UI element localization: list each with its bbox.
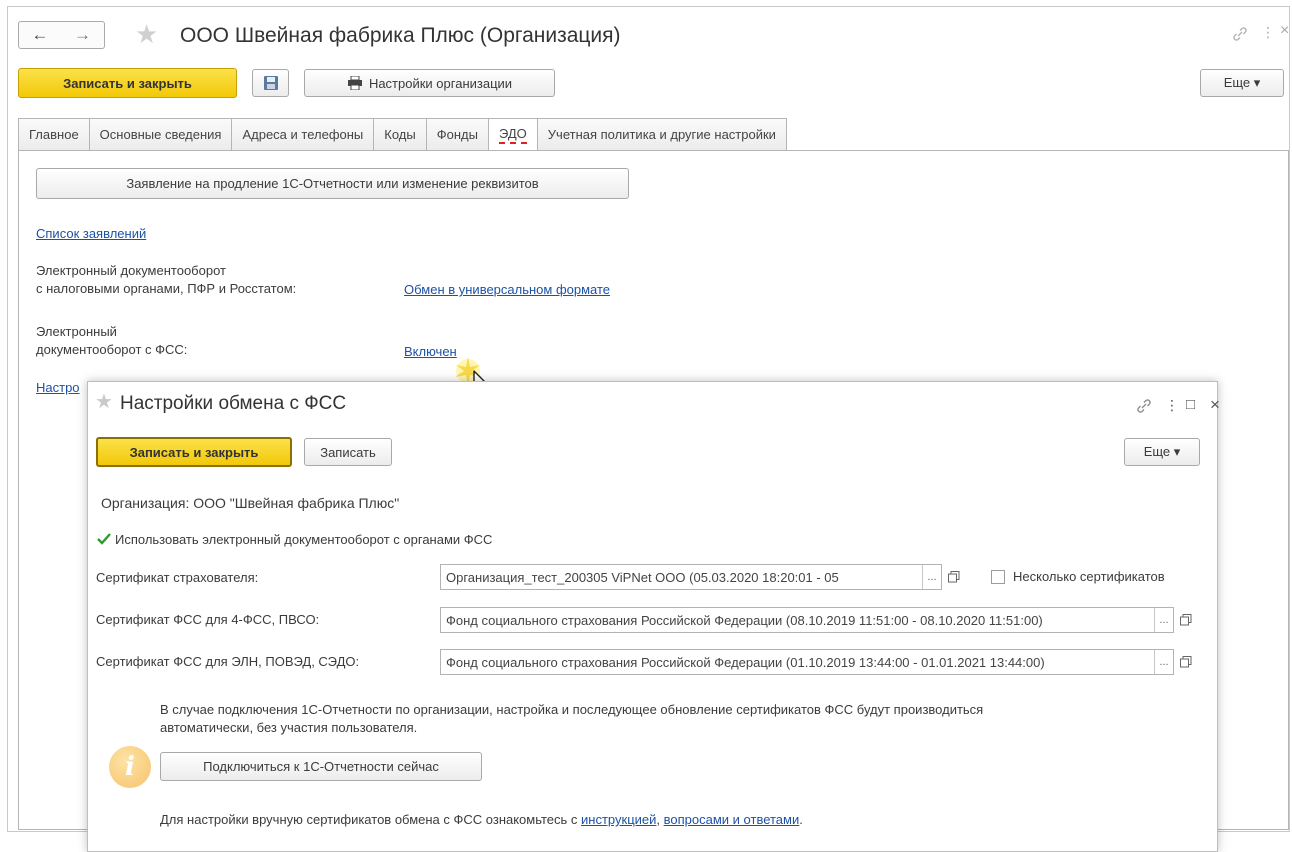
open-icon[interactable] [1176,608,1196,632]
organization-label: Организация: ООО "Швейная фабрика Плюс" [101,495,400,511]
insurer-cert-label: Сертификат страхователя: [96,570,259,585]
open-icon[interactable] [1176,650,1196,674]
info-text-line1: В случае подключения 1С-Отчетности по ор… [160,702,984,717]
tax-edo-label-line1: Электронный документооборот [36,263,226,278]
printer-icon [347,76,362,90]
more-vertical-icon[interactable]: ⋮ [1165,397,1179,414]
window-title: ООО Швейная фабрика Плюс (Организация) [180,24,621,47]
organization-settings-button[interactable]: Настройки организации [304,69,555,97]
more-button[interactable]: Еще ▾ [1200,69,1284,97]
tab-addresses[interactable]: Адреса и телефоны [232,118,375,151]
arrow-right-icon: → [74,25,91,44]
renewal-application-button[interactable]: Заявление на продление 1С-Отчетности или… [36,168,629,199]
dialog-save-and-close-button[interactable]: Записать и закрыть [96,437,292,467]
select-dots-icon[interactable]: ... [1154,608,1173,632]
dialog-more-button[interactable]: Еще ▾ [1124,438,1200,466]
dialog-save-button[interactable]: Записать [304,438,392,466]
use-fss-edo-label: Использовать электронный документооборот… [115,532,493,547]
save-button[interactable] [252,69,289,97]
instruction-link[interactable]: инструкцией [581,812,656,827]
back-button[interactable]: ← [18,21,62,49]
tab-main[interactable]: Главное [18,118,90,151]
use-fss-edo-checkbox[interactable] [97,532,111,546]
faq-link[interactable]: вопросами и ответами [664,812,800,827]
fss-cert-eln-label: Сертификат ФСС для ЭЛН, ПОВЭД, СЭДО: [96,654,360,669]
fss-cert-4fss-input[interactable]: Фонд социального страхования Российской … [440,607,1174,633]
tab-funds[interactable]: Фонды [426,118,489,151]
tax-edo-label-line2: с налоговыми органами, ПФР и Росстатом: [36,281,297,296]
checkmark-icon [97,533,111,545]
favorite-star-icon[interactable]: ★ [95,392,113,412]
maximize-icon[interactable]: □ [1186,396,1195,413]
more-vertical-icon[interactable]: ⋮ [1261,24,1275,41]
insurer-cert-input[interactable]: Организация_тест_200305 ViPNet ООО (05.0… [440,564,942,590]
fss-enabled-link[interactable]: Включен [404,344,457,359]
link-icon[interactable] [1135,397,1153,415]
forward-button[interactable]: → [61,21,105,49]
tab-bar: Главное Основные сведения Адреса и телеф… [18,118,787,151]
tab-edo[interactable]: ЭДО [488,118,538,151]
tab-basic-info[interactable]: Основные сведения [89,118,233,151]
close-icon[interactable]: × [1280,22,1289,40]
multiple-certs-label: Несколько сертификатов [1013,569,1165,584]
open-icon[interactable] [944,565,964,589]
fss-exchange-settings-dialog: ★ Настройки обмена с ФСС ⋮ □ × Записать … [87,381,1220,852]
multiple-certs-checkbox[interactable] [991,570,1005,584]
settings-link[interactable]: Настро [36,380,80,395]
link-icon[interactable] [1231,25,1249,43]
universal-format-link[interactable]: Обмен в универсальном формате [404,282,610,297]
select-dots-icon[interactable]: ... [1154,650,1173,674]
fss-edo-label-line2: документооборот с ФСС: [36,342,188,357]
fss-cert-4fss-label: Сертификат ФСС для 4-ФСС, ПВСО: [96,612,320,627]
save-and-close-button[interactable]: Записать и закрыть [18,68,237,98]
favorite-star-icon[interactable]: ★ [135,21,158,47]
fss-cert-eln-input[interactable]: Фонд социального страхования Российской … [440,649,1174,675]
tab-accounting-policy[interactable]: Учетная политика и другие настройки [537,118,787,151]
connect-1c-reporting-button[interactable]: Подключиться к 1С-Отчетности сейчас [160,752,482,781]
select-dots-icon[interactable]: ... [922,565,941,589]
applications-list-link[interactable]: Список заявлений [36,226,146,241]
manual-setup-hint: Для настройки вручную сертификатов обмен… [160,812,803,827]
arrow-left-icon: ← [31,25,49,44]
tab-codes[interactable]: Коды [374,118,427,151]
close-icon[interactable]: × [1210,395,1220,415]
dialog-title: Настройки обмена с ФСС [120,393,347,414]
info-icon: i [109,746,151,788]
fss-edo-label-line1: Электронный [36,324,117,339]
floppy-disk-icon [263,76,278,90]
info-text-line2: автоматически, без участия пользователя. [160,720,418,735]
